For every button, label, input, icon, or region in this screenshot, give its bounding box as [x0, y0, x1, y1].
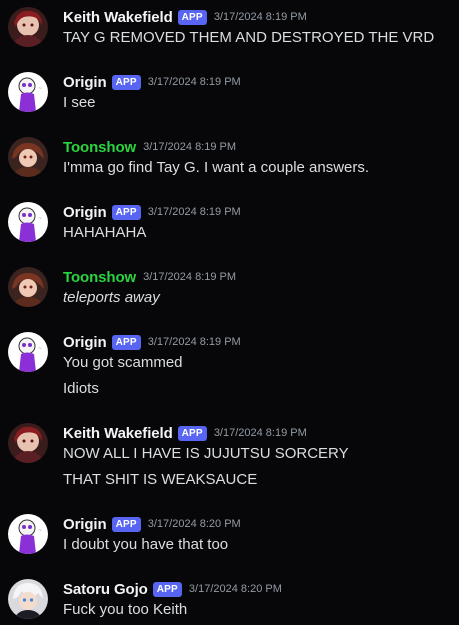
message-timestamp: 3/17/2024 8:19 PM	[147, 206, 241, 218]
author-name[interactable]: Origin	[63, 74, 107, 91]
svg-text:~: ~	[38, 86, 42, 92]
message-timestamp: 3/17/2024 8:20 PM	[188, 583, 282, 595]
author-name[interactable]: Keith Wakefield	[63, 425, 173, 442]
message-text: TAY G REMOVED THEM AND DESTROYED THE VRD	[63, 29, 435, 46]
origin-avatar[interactable]: ~	[8, 202, 48, 242]
message-text: THAT SHIT IS WEAKSAUCE	[63, 471, 258, 488]
toonshow-avatar[interactable]	[8, 267, 48, 307]
message-text: NOW ALL I HAVE IS JUJUTSU SORCERY	[63, 445, 349, 462]
message-timestamp: 3/17/2024 8:20 PM	[147, 518, 241, 530]
author-name[interactable]: Toonshow	[63, 269, 136, 286]
message-timestamp: 3/17/2024 8:19 PM	[147, 336, 241, 348]
message-text: You got scammed	[63, 354, 183, 371]
app-badge: APP	[177, 425, 207, 441]
author-name[interactable]: Toonshow	[63, 139, 136, 156]
message-text: HAHAHAHA	[63, 224, 147, 241]
author-name[interactable]: Origin	[63, 516, 107, 533]
keith-avatar[interactable]	[8, 7, 48, 47]
author-name[interactable]: Keith Wakefield	[63, 9, 173, 26]
svg-text:~: ~	[38, 216, 42, 222]
svg-text:~: ~	[38, 346, 42, 352]
keith-avatar[interactable]	[8, 423, 48, 463]
origin-avatar[interactable]: ~	[8, 514, 48, 554]
app-badge: APP	[177, 9, 207, 25]
author-name[interactable]: Origin	[63, 334, 107, 351]
message-text: Fuck you too Keith	[63, 601, 188, 618]
app-badge: APP	[111, 334, 141, 350]
app-badge: APP	[111, 516, 141, 532]
message-text: I doubt you have that too	[63, 536, 229, 553]
message-text: I see	[63, 94, 96, 111]
author-name[interactable]: Origin	[63, 204, 107, 221]
origin-avatar[interactable]: ~	[8, 332, 48, 372]
message-text: Idiots	[63, 380, 99, 397]
origin-avatar[interactable]: ~	[8, 72, 48, 112]
svg-text:~: ~	[38, 528, 42, 534]
app-badge: APP	[152, 581, 182, 597]
toonshow-avatar[interactable]	[8, 137, 48, 177]
message-timestamp: 3/17/2024 8:19 PM	[147, 76, 241, 88]
message-timestamp: 3/17/2024 8:19 PM	[143, 271, 237, 283]
app-badge: APP	[111, 204, 141, 220]
message-timestamp: 3/17/2024 8:19 PM	[213, 427, 307, 439]
message-text: I'mma go find Tay G. I want a couple ans…	[63, 159, 370, 176]
author-name[interactable]: Satoru Gojo	[63, 581, 148, 598]
message-text: teleports away	[63, 289, 160, 306]
gojo-avatar[interactable]	[8, 579, 48, 619]
app-badge: APP	[111, 74, 141, 90]
message-timestamp: 3/17/2024 8:19 PM	[213, 11, 307, 23]
message-timestamp: 3/17/2024 8:19 PM	[143, 141, 237, 153]
